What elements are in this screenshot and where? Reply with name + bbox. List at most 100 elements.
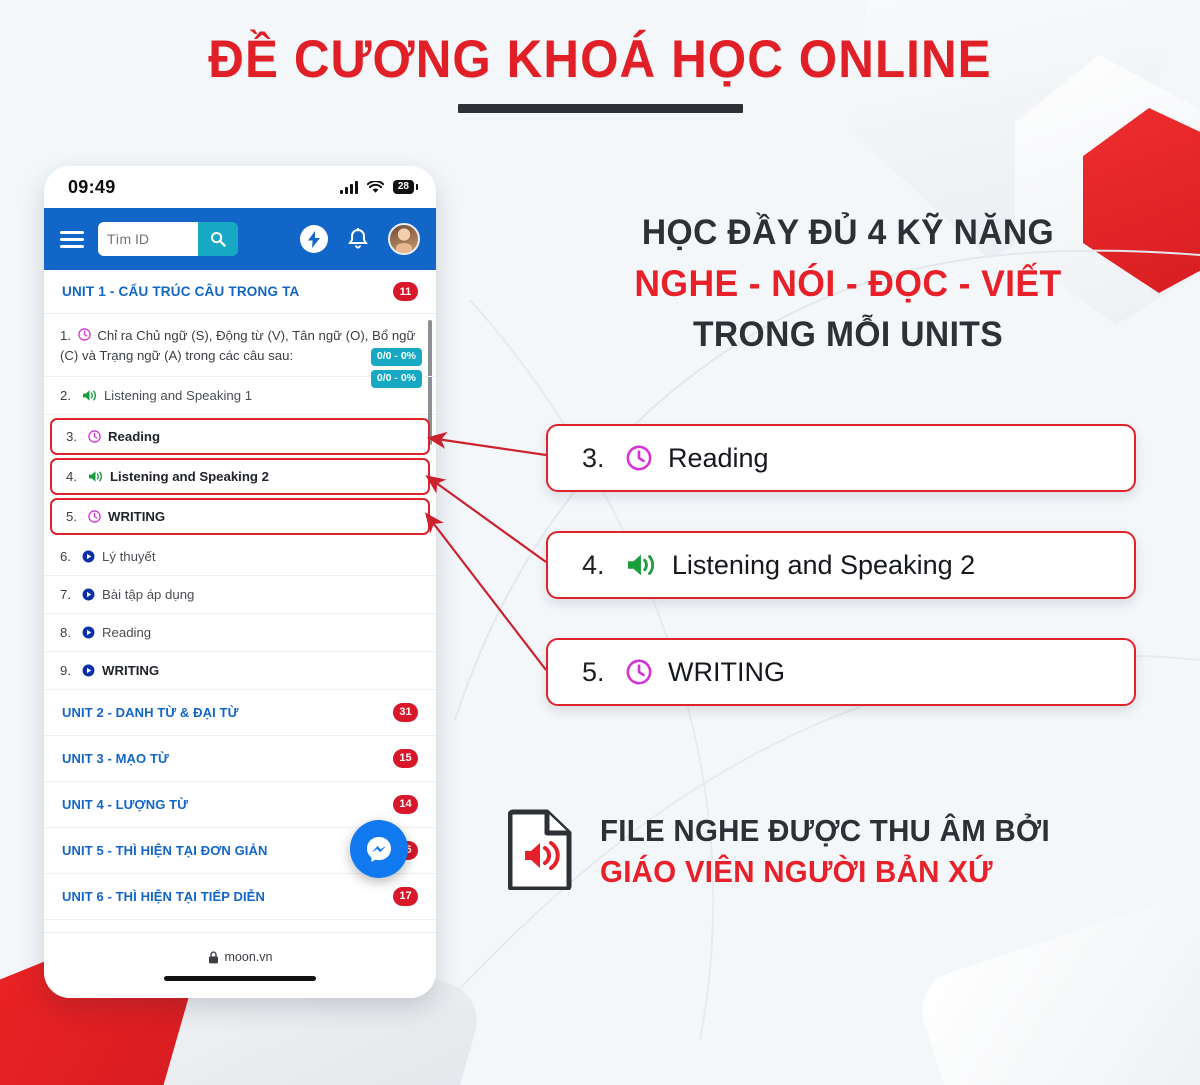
unit-count-badge: 14 [393, 794, 418, 814]
clock-icon [88, 509, 101, 523]
cellular-signal-icon [339, 180, 358, 194]
callout-label: Listening and Speaking 2 [671, 549, 976, 580]
callout-number: 5. [582, 656, 605, 687]
search-input[interactable] [98, 222, 198, 256]
lesson-number: 6. [60, 548, 71, 564]
headline-line-3: TRONG MỖI UNITS [692, 315, 1004, 355]
footer-note-line-1: FILE NGHE ĐƯỢC THU ÂM BỞI [600, 812, 1050, 848]
lesson-label: WRITING [102, 662, 160, 678]
poster-root: ĐỀ CƯƠNG KHOÁ HỌC ONLINE 09:49 28 Tìm ID… [0, 0, 1200, 1085]
unit-row[interactable]: UNIT 6 - THÌ HIỆN TẠI TIẾP DIỄN 17 [44, 873, 436, 920]
lesson-label: Listening and Speaking 1 [103, 387, 253, 403]
wifi-icon [366, 180, 384, 193]
callout-card[interactable]: 3. Reading [546, 424, 1136, 492]
lesson-row[interactable]: 8. Reading [44, 613, 436, 652]
progress-badge: 0/0 - 0% [370, 348, 422, 366]
callout-label: Reading [668, 442, 769, 473]
question-item[interactable]: 1. Chỉ ra Chủ ngữ (S), Động từ (V), Tân … [44, 314, 436, 388]
lesson-row[interactable]: 4. Listening and Speaking 2 [50, 457, 430, 495]
callout-list: 3. Reading 4. Listening and Speaking 2 5… [546, 424, 1136, 745]
lesson-number: 4. [66, 468, 77, 484]
lesson-number: 7. [60, 586, 71, 602]
lesson-row[interactable]: 3. Reading [50, 417, 430, 455]
lesson-label: Lý thuyết [102, 548, 156, 564]
search-icon[interactable] [198, 222, 238, 256]
lesson-scroll-area: 1. Chỉ ra Chủ ngữ (S), Động từ (V), Tân … [44, 314, 436, 690]
unit-count-badge: 31 [393, 702, 418, 722]
arrow-to-reading [426, 431, 547, 457]
unit-count-badge: 15 [393, 748, 418, 768]
lightning-bolt-icon[interactable] [300, 225, 328, 253]
callout-card[interactable]: 4. Listening and Speaking 2 [546, 531, 1136, 599]
arrow-to-writing [424, 512, 547, 671]
url-text: moon.vn [224, 950, 273, 964]
decorative-grey-shape-bottom-right [911, 879, 1200, 1085]
unit-title: UNIT 6 - THÌ HIỆN TẠI TIẾP DIỄN [62, 888, 265, 904]
speaker-icon [82, 389, 96, 401]
progress-badges: 0/0 - 0% 0/0 - 0% [370, 348, 422, 388]
browser-footer: moon.vn [44, 932, 436, 998]
play-icon [82, 588, 95, 601]
headline-line-2: NGHE - NÓI - ĐỌC - VIẾT [634, 262, 1062, 304]
lesson-label: Reading [102, 624, 152, 640]
lesson-number: 2. [60, 387, 71, 403]
unit-row[interactable]: UNIT 3 - MẠO TỪ 15 [44, 735, 436, 782]
question-text: Chỉ ra Chủ ngữ (S), Động từ (V), Tân ngữ… [60, 328, 416, 363]
home-indicator [164, 976, 316, 981]
speaker-icon [88, 470, 102, 482]
bell-icon[interactable] [348, 228, 368, 250]
search-box[interactable] [98, 222, 238, 256]
lesson-number: 8. [60, 624, 71, 640]
app-navbar [44, 208, 436, 270]
callout-label: WRITING [668, 656, 785, 687]
clock-icon [88, 429, 101, 443]
lesson-label: Listening and Speaking 2 [109, 468, 269, 484]
callout-number: 3. [582, 442, 605, 473]
lesson-label: WRITING [108, 508, 166, 524]
clock-icon [626, 659, 652, 685]
lesson-row[interactable]: 7. Bài tập áp dụng [44, 575, 436, 614]
unit-header-row[interactable]: UNIT 1 - CẤU TRÚC CÂU TRONG TA 11 [44, 270, 436, 314]
url-display[interactable]: moon.vn [208, 950, 273, 964]
progress-badge: 0/0 - 0% [370, 369, 422, 388]
unit-header-title: UNIT 1 - CẤU TRÚC CÂU TRONG TA [62, 284, 300, 299]
title-underline [457, 103, 743, 113]
lesson-row[interactable]: 5. WRITING [50, 497, 430, 535]
audio-file-icon [507, 808, 574, 895]
question-number: 1. [60, 328, 71, 343]
play-icon [82, 626, 95, 639]
user-avatar[interactable] [388, 223, 420, 255]
hamburger-icon[interactable] [60, 230, 84, 248]
lesson-row[interactable]: 6. Lý thuyết [44, 537, 436, 576]
unit-title: UNIT 2 - DANH TỪ & ĐẠI TỪ [62, 704, 239, 720]
lesson-label: Bài tập áp dụng [102, 586, 195, 602]
unit-title: UNIT 4 - LƯỢNG TỪ [62, 796, 189, 812]
lesson-list: 2. Listening and Speaking 1 3. Reading 4… [44, 376, 436, 690]
callout-number: 4. [582, 549, 605, 580]
play-icon [82, 550, 95, 563]
lesson-number: 9. [60, 662, 71, 678]
messenger-icon[interactable] [350, 820, 408, 878]
lesson-label: Reading [108, 428, 161, 444]
headline-block: HỌC ĐẦY ĐỦ 4 KỸ NĂNG NGHE - NÓI - ĐỌC - … [556, 208, 1140, 360]
arrow-to-listening [425, 475, 547, 563]
battery-indicator: 28 [392, 180, 419, 194]
lock-icon [208, 950, 218, 963]
phone-status-bar: 09:49 28 [44, 166, 436, 208]
unit-row[interactable]: UNIT 2 - DANH TỪ & ĐẠI TỪ 31 [44, 689, 436, 736]
unit-count-badge: 17 [393, 886, 418, 906]
lesson-number: 5. [66, 508, 77, 524]
headline-line-1: HỌC ĐẦY ĐỦ 4 KỸ NĂNG [641, 213, 1055, 252]
lesson-row[interactable]: 9. WRITING [44, 651, 436, 690]
unit-title: UNIT 5 - THÌ HIỆN TẠI ĐƠN GIẢN [62, 842, 268, 858]
callout-card[interactable]: 5. WRITING [546, 638, 1136, 706]
speaker-icon [627, 554, 655, 576]
lesson-number: 3. [66, 428, 77, 444]
footer-note: FILE NGHE ĐƯỢC THU ÂM BỞI GIÁO VIÊN NGƯỜ… [507, 808, 1074, 895]
footer-note-line-2: GIÁO VIÊN NGƯỜI BẢN XỨ [600, 853, 993, 889]
phone-mockup: 09:49 28 Tìm ID UNIT 1 - CẤU TRÚC CÂU TR… [44, 166, 436, 998]
page-title: ĐỀ CƯƠNG KHOÁ HỌC ONLINE [208, 30, 992, 89]
unit-header-count-badge: 11 [393, 282, 418, 301]
page-header: ĐỀ CƯƠNG KHOÁ HỌC ONLINE [0, 32, 1200, 113]
clock-icon [626, 445, 652, 471]
